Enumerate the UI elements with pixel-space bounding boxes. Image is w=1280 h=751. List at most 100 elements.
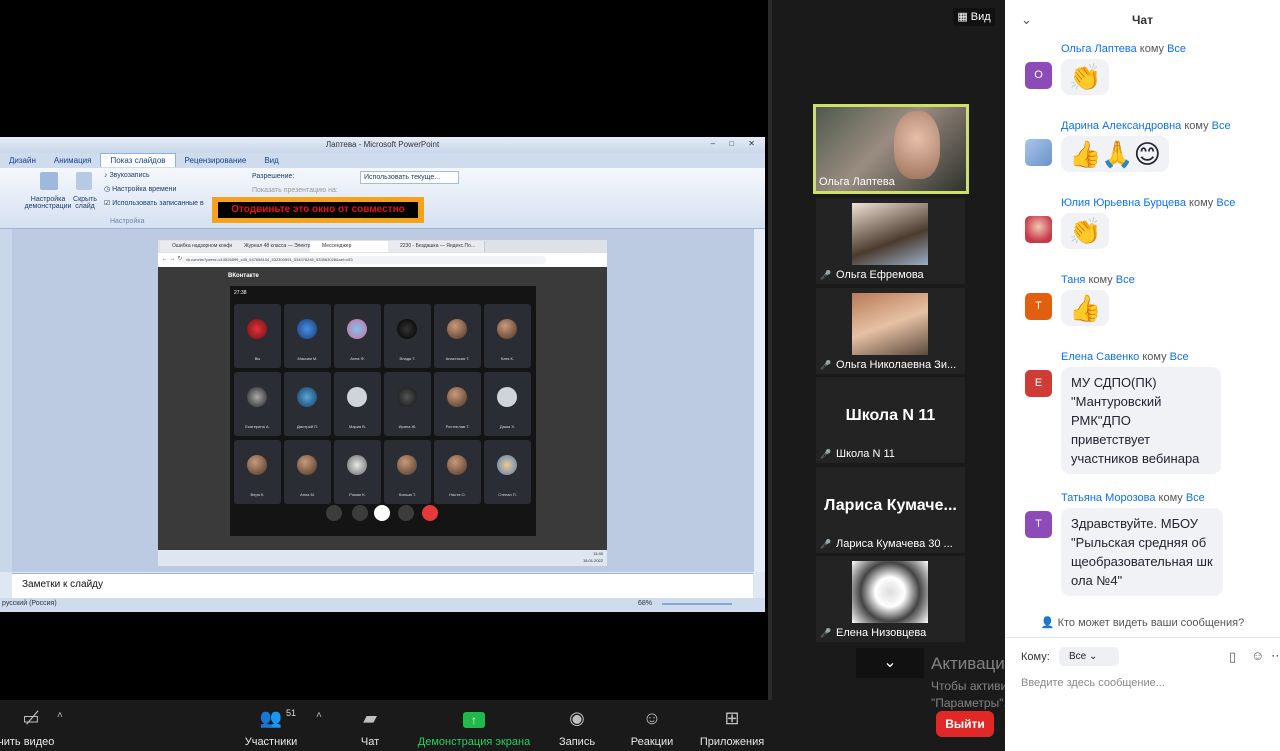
call-participant-tile[interactable]: Ксюша Т.: [384, 440, 431, 504]
ppt-title-bar: Лаптева - Microsoft PowerPoint: [0, 137, 765, 153]
use-timings-checkbox[interactable]: ☑ Использовать записанные в: [104, 199, 204, 207]
start-video-label: чить видео: [0, 736, 55, 748]
video-tile[interactable]: 🎤 Ольга Николаевна Зи...: [816, 288, 965, 374]
call-participant-tile[interactable]: Ирина Ж.: [384, 372, 431, 436]
chat-input[interactable]: Введите здесь сообщение...: [1021, 677, 1165, 689]
browser-tab[interactable]: Ошибка надзорном конфере...: [160, 241, 243, 252]
ppt-vertical-scrollbar[interactable]: [753, 229, 765, 572]
chat-button[interactable]: ▰ Чат: [350, 700, 390, 751]
hide-slide-icon[interactable]: [76, 172, 92, 190]
chat-sender[interactable]: Таня: [1061, 274, 1085, 286]
call-participant-tile[interactable]: Екатерина А.: [234, 372, 281, 436]
chat-to-word: кому: [1142, 351, 1167, 363]
browser-tab[interactable]: 2230 - Бездашка — Яндекс.По...: [388, 241, 485, 252]
ppt-tab-view[interactable]: Вид: [255, 154, 287, 167]
hide-slide-label[interactable]: Скрыть слайд: [70, 196, 100, 210]
participants-icon[interactable]: [352, 505, 368, 521]
call-participant-tile[interactable]: Влада Т.: [384, 304, 431, 368]
browser-tab-active[interactable]: Мессенджер: [310, 241, 399, 252]
share-screen-label: Демонстрация экрана: [417, 736, 531, 748]
emoji-icon[interactable]: ☺: [1251, 648, 1264, 663]
chat-recipient[interactable]: Все: [1116, 274, 1135, 286]
call-participant-tile[interactable]: Вы: [234, 304, 281, 368]
browser-nav-icons[interactable]: ← → ↻: [162, 255, 182, 262]
apps-button[interactable]: ⊞ Приложения: [696, 700, 768, 751]
call-participant-tile[interactable]: Анна М.: [284, 440, 331, 504]
chat-recipient[interactable]: Все: [1216, 197, 1235, 209]
fullscreen-icon[interactable]: [454, 505, 470, 521]
call-participant-tile[interactable]: Анастасия Т.: [434, 304, 481, 368]
chat-sender[interactable]: Дарина Александровна: [1061, 120, 1181, 132]
call-participant-tile[interactable]: Максим М.: [284, 304, 331, 368]
video-options-caret[interactable]: ˄: [57, 710, 63, 721]
avatar: [297, 387, 317, 407]
chat-sender[interactable]: Юлия Юрьевна Бурцева: [1061, 197, 1186, 209]
participants-options-caret[interactable]: ˄: [316, 710, 322, 721]
avatar: [1025, 139, 1052, 166]
video-tile-display-name: Лариса Кумаче...: [824, 497, 957, 514]
recipient-select[interactable]: Все ⌄: [1059, 647, 1119, 666]
vk-logo[interactable]: ВКонтакте: [228, 273, 259, 279]
call-participant-tile[interactable]: Настя О.: [434, 440, 481, 504]
video-tile-name: Ольга Николаевна Зи...: [836, 359, 957, 371]
chat-sender[interactable]: Елена Савенко: [1061, 351, 1139, 363]
browser-tab[interactable]: Журнал 48 класса — Электрон...: [232, 241, 321, 252]
video-tile[interactable]: Школа N 11 🎤 Школа N 11: [816, 377, 965, 463]
ppt-zoom-level: 68%: [638, 600, 653, 607]
ppt-tab-review[interactable]: Рецензирование: [176, 154, 256, 167]
recipient-label: Кому:: [1021, 651, 1050, 663]
ppt-tab-slideshow[interactable]: Показ слайдов: [100, 153, 176, 167]
ppt-slide-thumbnails[interactable]: [0, 229, 12, 572]
setup-show-label[interactable]: Настройка демонстрации: [24, 196, 72, 210]
chat-recipient[interactable]: Все: [1212, 120, 1231, 132]
call-participant-name: Анна Ф.: [350, 356, 365, 361]
ppt-window-controls[interactable]: – □ ✕: [711, 139, 761, 148]
setup-show-icon[interactable]: [40, 172, 58, 190]
chat-bubble: 👍: [1061, 290, 1110, 326]
ppt-tab-design[interactable]: Дизайн: [0, 154, 45, 167]
call-participant-tile[interactable]: Роман К.: [334, 440, 381, 504]
share-screen-button[interactable]: ↑ Демонстрация экрана: [412, 700, 536, 751]
call-participant-tile[interactable]: Ростислав Т.: [434, 372, 481, 436]
who-can-see-link[interactable]: 👤 Кто может видеть ваши сообщения?: [1005, 616, 1280, 629]
resolution-select[interactable]: Использовать текуще...: [360, 171, 459, 184]
camera-off-icon[interactable]: [374, 505, 390, 521]
leave-button[interactable]: Выйти: [936, 711, 994, 737]
call-participant-tile[interactable]: Дмитрий П.: [284, 372, 331, 436]
video-tile[interactable]: 🎤 Елена Низовцева: [816, 556, 965, 642]
more-icon[interactable]: ⋯: [1271, 648, 1280, 664]
chat-recipient[interactable]: Все: [1167, 43, 1186, 55]
participants-count: 51: [286, 708, 297, 718]
call-participant-tile[interactable]: Катя К.: [484, 304, 531, 368]
video-tile[interactable]: 🎤 Ольга Ефремова: [816, 198, 965, 284]
end-call-icon[interactable]: [422, 505, 438, 521]
call-participant-tile[interactable]: Даша Х.: [484, 372, 531, 436]
gallery-next-button[interactable]: ⌄: [856, 648, 924, 678]
reactions-button[interactable]: ☺ Реакции: [625, 700, 679, 751]
mic-icon[interactable]: [398, 505, 414, 521]
file-icon[interactable]: ▯: [1229, 649, 1236, 665]
call-participant-tile[interactable]: Вера К.: [234, 440, 281, 504]
chat-recipient[interactable]: Все: [1186, 492, 1205, 504]
browser-url[interactable]: vk.com/im?peers=c14526599_c45_547658104_…: [182, 256, 546, 264]
view-button[interactable]: ▦ Вид: [953, 8, 995, 26]
chat-icon[interactable]: [234, 505, 250, 521]
video-tile[interactable]: Лариса Кумаче... 🎤 Лариса Кумачева 30 ..…: [816, 467, 965, 553]
chat-to-word: кому: [1088, 274, 1113, 286]
call-participant-tile[interactable]: Степан П.: [484, 440, 531, 504]
grid-icon: ▦: [957, 11, 971, 23]
rehearse-timings-label[interactable]: ◷ Настройка времени: [104, 185, 176, 193]
ppt-zoom-slider[interactable]: [662, 603, 732, 605]
chat-sender[interactable]: Ольга Лаптева: [1061, 43, 1137, 55]
record-button[interactable]: ◉ Запись: [553, 700, 601, 751]
call-participant-tile[interactable]: Мария В.: [334, 372, 381, 436]
chat-recipient[interactable]: Все: [1170, 351, 1189, 363]
start-video-button[interactable]: ▭̸ чить видео: [0, 700, 64, 751]
call-participant-tile[interactable]: Анна Ф.: [334, 304, 381, 368]
record-narration-label[interactable]: ♪ Звукозапись: [104, 172, 150, 179]
video-tile-active[interactable]: Ольга Лаптева: [813, 104, 969, 194]
share-icon[interactable]: [326, 505, 342, 521]
ppt-tab-animation[interactable]: Анимация: [45, 154, 101, 167]
ppt-notes-pane[interactable]: Заметки к слайду: [12, 573, 753, 598]
chat-sender[interactable]: Татьяна Морозова: [1061, 492, 1155, 504]
